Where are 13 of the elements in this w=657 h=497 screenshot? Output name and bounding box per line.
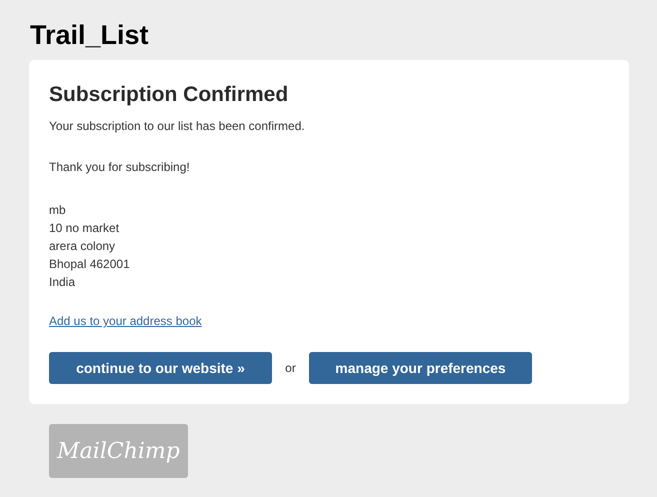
address-book-link[interactable]: Add us to your address book xyxy=(49,314,202,328)
card-heading: Subscription Confirmed xyxy=(49,82,290,108)
address-line: Bhopal 462001 xyxy=(49,256,131,273)
preferences-button[interactable]: manage your preferences xyxy=(309,352,532,384)
address-line: arera colony xyxy=(49,238,116,255)
page-title: Trail_List xyxy=(30,19,150,51)
continue-button[interactable]: continue to our website » xyxy=(49,352,272,384)
or-text: or xyxy=(284,361,297,375)
address-line: India xyxy=(49,274,76,291)
message-text: Thank you for subscribing! xyxy=(49,160,191,175)
message-text: Your subscription to our list has been confirmed. xyxy=(49,119,306,134)
address-line: mb xyxy=(49,202,67,219)
address-line: 10 no market xyxy=(49,220,120,237)
